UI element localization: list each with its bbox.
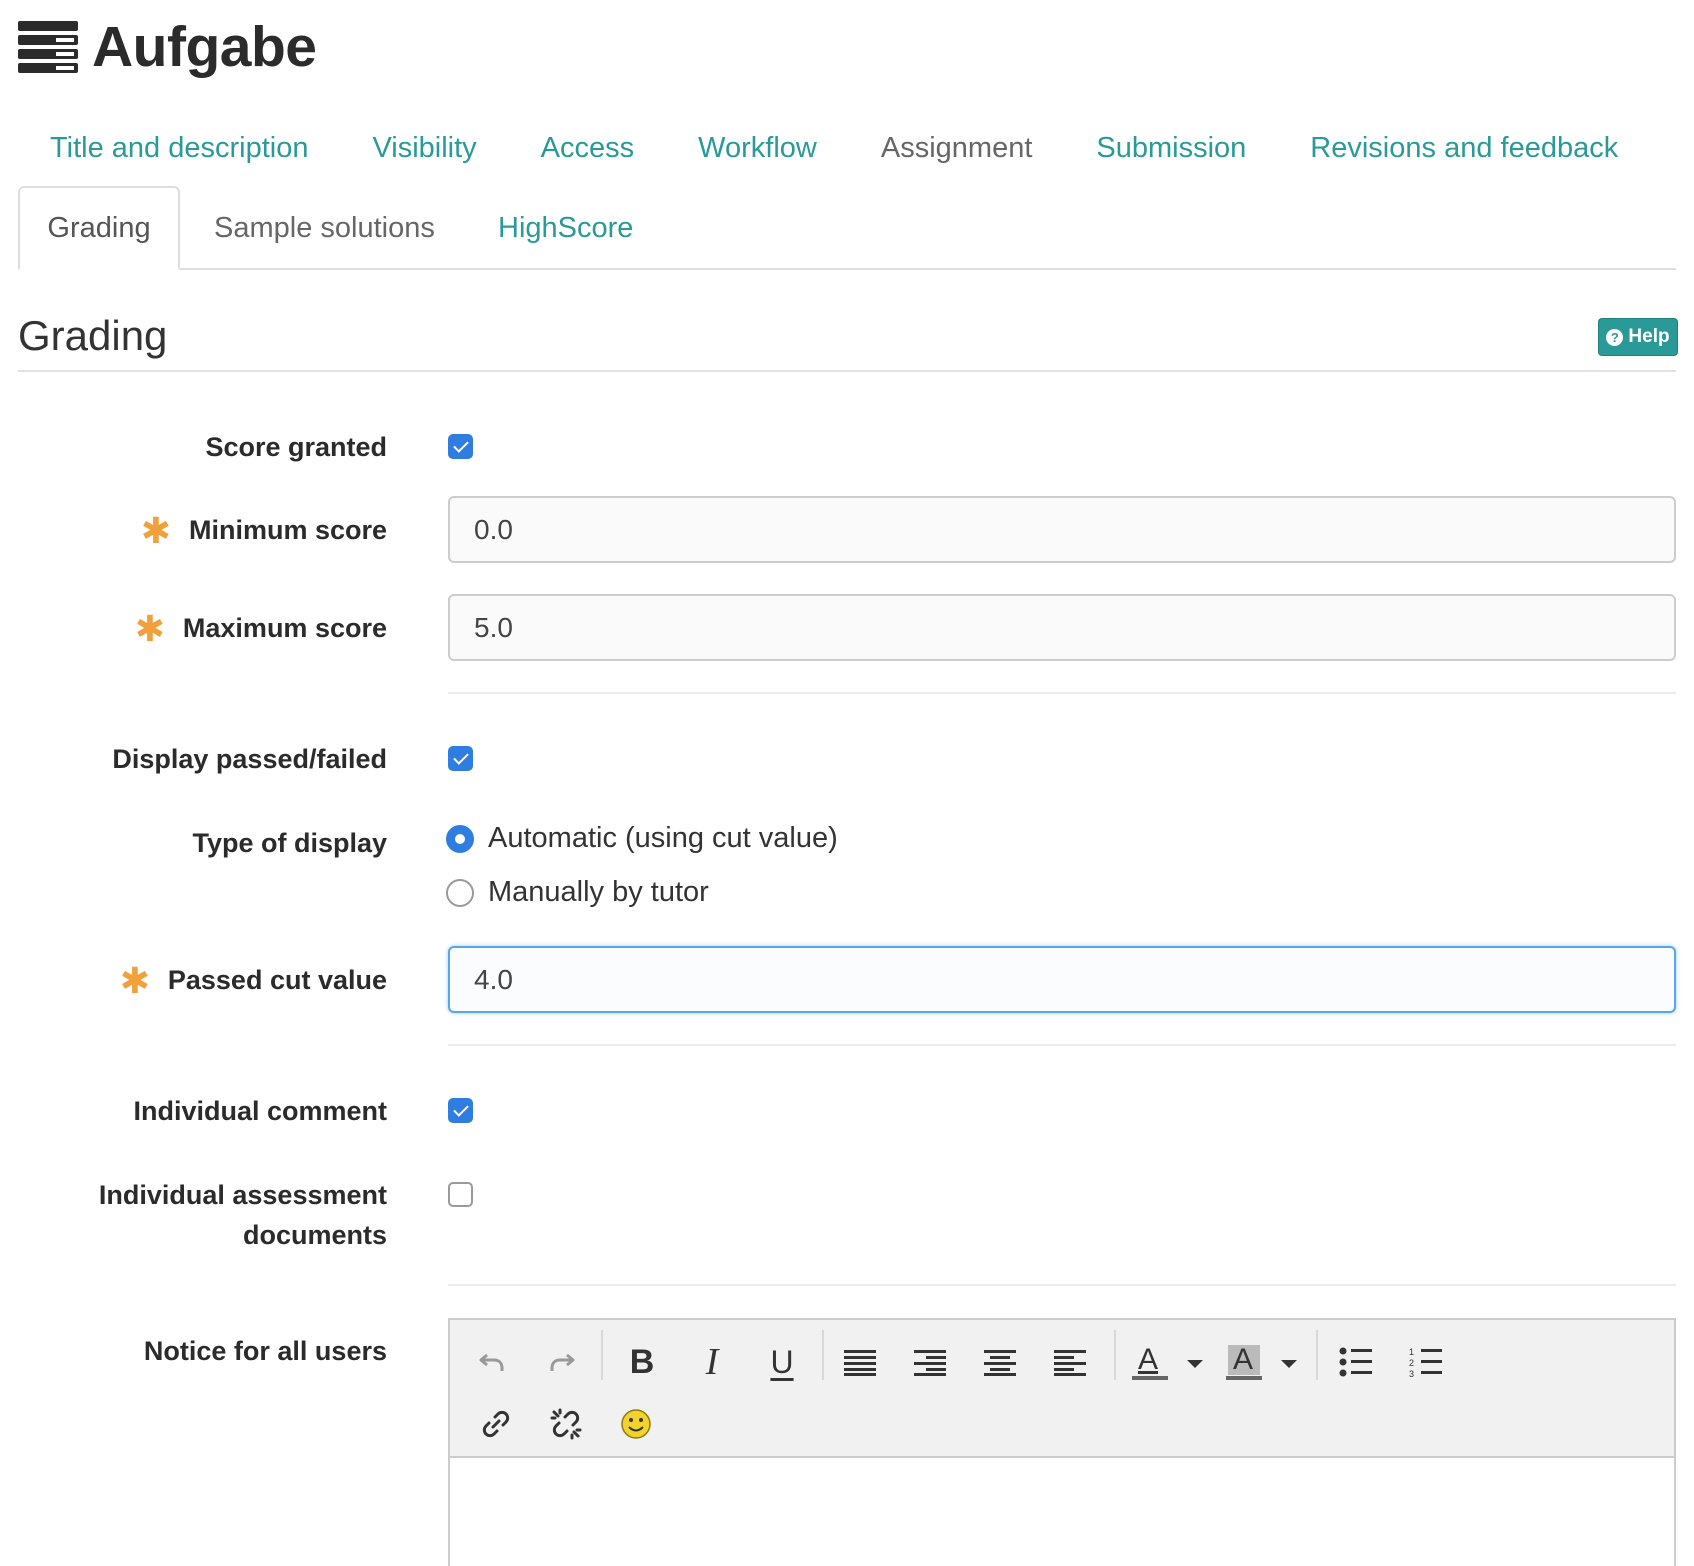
radio-automatic[interactable]: Automatic (using cut value) (446, 822, 838, 855)
maximum-score-input[interactable] (448, 594, 1676, 661)
help-button-label: Help (1628, 326, 1670, 347)
help-button[interactable]: ? Help (1598, 318, 1678, 356)
bold-icon[interactable]: B (618, 1338, 666, 1386)
score-granted-checkbox[interactable] (448, 434, 473, 459)
numbered-list-icon[interactable]: 123 (1402, 1338, 1450, 1386)
underline-glyph: U (770, 1343, 794, 1380)
radio-automatic-label: Automatic (using cut value) (488, 822, 838, 854)
bullet-list-icon[interactable] (1332, 1338, 1380, 1386)
underline-icon[interactable]: U (758, 1338, 806, 1386)
link-icon[interactable] (472, 1400, 520, 1448)
question-circle-icon: ? (1606, 328, 1624, 346)
passed-cut-value-label-text: Passed cut value (167, 965, 387, 995)
passed-cut-value-label: ✱ Passed cut value (120, 960, 387, 1001)
toolbar-separator (1316, 1330, 1318, 1380)
toolbar-separator (822, 1330, 824, 1380)
toolbar-separator (601, 1330, 603, 1380)
section-divider (18, 370, 1676, 372)
italic-icon[interactable]: I (688, 1338, 736, 1386)
section-title: Grading (18, 312, 168, 359)
field-divider (448, 1284, 1676, 1286)
background-color-dropdown-icon[interactable] (1281, 1360, 1297, 1368)
align-justify-icon[interactable] (836, 1338, 884, 1386)
minimum-score-label: ✱ Minimum score (141, 510, 387, 551)
individual-assessment-documents-checkbox[interactable] (448, 1182, 473, 1207)
emoticon-icon[interactable] (612, 1400, 660, 1448)
rich-text-editor: B I U A A 1 2 3 (448, 1318, 1676, 1566)
radio-manually[interactable]: Manually by tutor (446, 876, 709, 909)
tab-workflow[interactable]: Workflow (666, 126, 849, 171)
tab-bar-secondary: Grading Sample solutions HighScore (18, 186, 1676, 270)
individual-comment-label: Individual comment (133, 1096, 387, 1126)
toolbar-separator (1114, 1330, 1116, 1380)
display-passed-failed-label: Display passed/failed (112, 744, 387, 774)
tab-grading[interactable]: Grading (18, 186, 180, 270)
label-line-2: documents (242, 1220, 387, 1250)
individual-comment-checkbox[interactable] (448, 1098, 473, 1123)
align-center-icon[interactable] (976, 1338, 1024, 1386)
undo-icon[interactable] (468, 1338, 516, 1386)
individual-assessment-documents-label: Individual assessment documents (99, 1175, 387, 1255)
page-title: Aufgabe (92, 15, 317, 79)
required-star-icon: ✱ (134, 608, 165, 649)
unlink-icon[interactable] (542, 1400, 590, 1448)
maximum-score-label-text: Maximum score (182, 613, 387, 643)
display-passed-failed-checkbox[interactable] (448, 746, 473, 771)
page-header: Aufgabe (18, 14, 317, 80)
field-divider (448, 692, 1676, 694)
background-color-icon[interactable]: A (1220, 1338, 1268, 1386)
tab-assignment[interactable]: Assignment (849, 126, 1065, 171)
course-node-list-icon (18, 21, 78, 73)
label-line-1: Individual assessment (98, 1180, 387, 1210)
italic-glyph: I (705, 1341, 719, 1383)
type-of-display-label: Type of display (192, 828, 387, 858)
tab-bar-primary: Title and description Visibility Access … (18, 120, 1676, 176)
tab-sample-solutions[interactable]: Sample solutions (214, 186, 435, 270)
passed-cut-value-input[interactable] (448, 946, 1676, 1013)
radio-button[interactable] (446, 878, 474, 907)
field-divider (448, 1044, 1676, 1046)
minimum-score-label-text: Minimum score (188, 515, 387, 545)
required-star-icon: ✱ (119, 960, 150, 1001)
svg-text:3: 3 (1409, 1369, 1414, 1378)
text-color-glyph: A (1138, 1343, 1159, 1376)
bold-glyph: B (629, 1342, 655, 1381)
editor-content-area[interactable] (450, 1458, 1674, 1566)
radio-button[interactable] (446, 824, 474, 853)
tab-access[interactable]: Access (509, 126, 666, 171)
tab-title-and-description[interactable]: Title and description (18, 126, 340, 171)
align-left-icon[interactable] (1046, 1338, 1094, 1386)
editor-toolbar: B I U A A 1 2 3 (450, 1320, 1674, 1458)
svg-text:2: 2 (1409, 1358, 1414, 1368)
notice-for-all-users-label: Notice for all users (143, 1336, 387, 1366)
required-star-icon: ✱ (140, 510, 171, 551)
svg-text:1: 1 (1409, 1347, 1414, 1357)
tab-revisions-and-feedback[interactable]: Revisions and feedback (1278, 126, 1650, 171)
redo-icon[interactable] (538, 1338, 586, 1386)
tab-highscore[interactable]: HighScore (498, 186, 633, 270)
tab-visibility[interactable]: Visibility (340, 126, 508, 171)
bg-color-glyph: A (1233, 1343, 1254, 1376)
tab-submission[interactable]: Submission (1064, 126, 1278, 171)
text-color-dropdown-icon[interactable] (1187, 1360, 1203, 1368)
score-granted-label: Score granted (205, 432, 387, 462)
maximum-score-label: ✱ Maximum score (135, 608, 387, 649)
radio-manually-label: Manually by tutor (488, 876, 709, 908)
text-color-icon[interactable]: A (1126, 1338, 1174, 1386)
align-right-icon[interactable] (906, 1338, 954, 1386)
minimum-score-input[interactable] (448, 496, 1676, 563)
